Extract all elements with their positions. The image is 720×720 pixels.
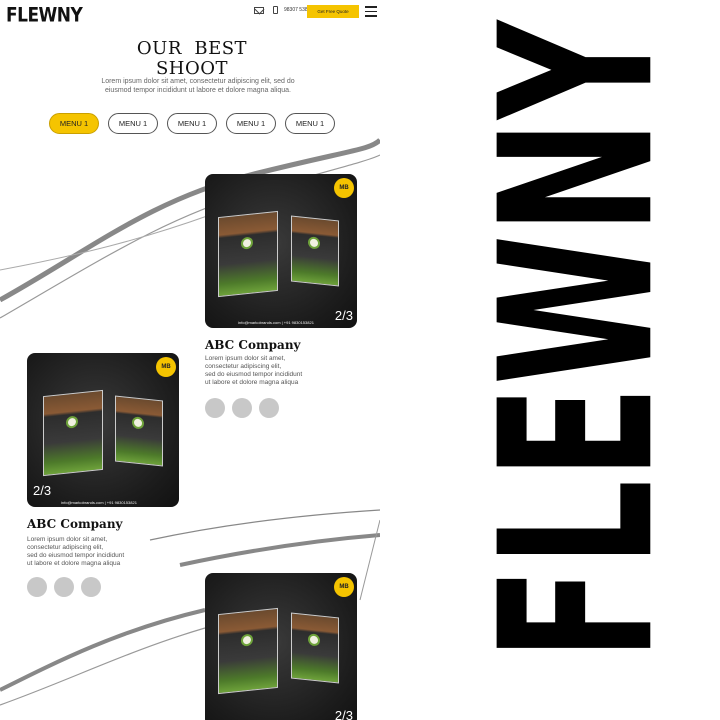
card-footer-contact: info@markobrands.com | +91 9830153821 bbox=[61, 500, 137, 505]
slide-counter: 2/3 bbox=[334, 308, 353, 323]
page-title: OUR BEST SHOOT bbox=[92, 39, 292, 79]
social-dot[interactable] bbox=[259, 398, 279, 418]
company-description: Lorem ipsum dolor sit amet, consectetur … bbox=[27, 536, 125, 567]
menu-tabs: MENU 1 MENU 1 MENU 1 MENU 1 MENU 1 bbox=[49, 113, 335, 134]
brand-badge: MB bbox=[334, 577, 354, 597]
product-mockup-image bbox=[291, 215, 339, 287]
mail-icon[interactable] bbox=[254, 6, 264, 14]
slide-counter: 2/3 bbox=[33, 483, 52, 498]
company-title: ABC Company bbox=[27, 517, 123, 531]
social-dot[interactable] bbox=[27, 577, 47, 597]
vertical-brand-logo: FLEWNY bbox=[457, 20, 702, 661]
product-mockup-image bbox=[291, 612, 339, 684]
social-dot[interactable] bbox=[232, 398, 252, 418]
tab-menu-5[interactable]: MENU 1 bbox=[285, 113, 335, 134]
product-mockup-image bbox=[115, 395, 163, 467]
brand-badge: MB bbox=[334, 178, 354, 198]
social-dot[interactable] bbox=[205, 398, 225, 418]
company-description: Lorem ipsum dolor sit amet, consectetur … bbox=[205, 355, 303, 386]
portfolio-card-2[interactable]: MB 2/3 info@markobrands.com | +91 983015… bbox=[27, 353, 179, 507]
product-mockup-image bbox=[218, 607, 278, 695]
brand-logo[interactable]: FLEWNY bbox=[6, 4, 83, 27]
slide-counter: 2/3 bbox=[334, 708, 353, 720]
page-title-line1: OUR BEST bbox=[136, 38, 248, 59]
social-dot[interactable] bbox=[54, 577, 74, 597]
vertical-brand-text: FLEWNY bbox=[456, 19, 702, 661]
social-dot[interactable] bbox=[81, 577, 101, 597]
page-subtitle: Lorem ipsum dolor sit amet, consectetur … bbox=[101, 78, 295, 94]
social-dots bbox=[205, 398, 279, 418]
get-free-quote-button[interactable]: Get Free Quote bbox=[307, 5, 359, 18]
company-title: ABC Company bbox=[205, 338, 301, 352]
phone-icon bbox=[273, 6, 278, 14]
portfolio-card-1[interactable]: MB info@markobrands.com | +91 9830153821… bbox=[205, 174, 357, 328]
card-footer-contact: info@markobrands.com | +91 9830153821 bbox=[238, 320, 314, 325]
tab-menu-1[interactable]: MENU 1 bbox=[49, 113, 99, 134]
page-title-line2: SHOOT bbox=[155, 58, 229, 79]
tab-menu-3[interactable]: MENU 1 bbox=[167, 113, 217, 134]
product-mockup-image bbox=[43, 389, 103, 477]
portfolio-card-3[interactable]: MB 2/3 bbox=[205, 573, 357, 720]
hamburger-menu-icon[interactable] bbox=[365, 6, 377, 20]
contact-info: 98307 53821 bbox=[254, 6, 313, 14]
social-dots bbox=[27, 577, 101, 597]
tab-menu-4[interactable]: MENU 1 bbox=[226, 113, 276, 134]
product-mockup-image bbox=[218, 210, 278, 298]
brand-badge: MB bbox=[156, 357, 176, 377]
tab-menu-2[interactable]: MENU 1 bbox=[108, 113, 158, 134]
